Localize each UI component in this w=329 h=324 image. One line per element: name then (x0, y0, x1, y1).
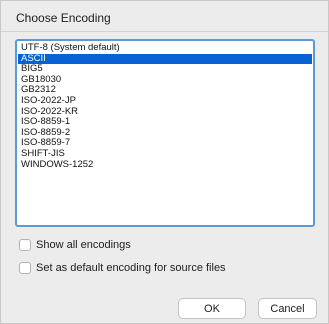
set-default-encoding-option[interactable]: Set as default encoding for source files (19, 261, 226, 275)
show-all-encodings-label: Show all encodings (36, 239, 131, 251)
encoding-list-item[interactable]: SHIFT-JIS (18, 148, 312, 160)
show-all-encodings-option[interactable]: Show all encodings (19, 238, 131, 252)
encoding-list-item[interactable]: ISO-2022-JP (18, 95, 312, 107)
title-divider (1, 31, 328, 32)
encoding-list-item[interactable]: BIG5 (18, 64, 312, 75)
ok-button[interactable]: OK (178, 298, 246, 319)
cancel-button[interactable]: Cancel (258, 298, 317, 319)
show-all-encodings-checkbox[interactable] (19, 239, 31, 251)
encoding-list-item[interactable]: ASCII (18, 53, 312, 65)
choose-encoding-dialog: Choose Encoding UTF-8 (System default) AS… (0, 0, 329, 324)
encoding-list-item[interactable]: WINDOWS-1252 (18, 159, 312, 171)
encoding-list-items: UTF-8 (System default) ASCII BIG5 GB18030 GB… (18, 42, 312, 171)
set-default-encoding-checkbox[interactable] (19, 262, 31, 274)
set-default-encoding-label: Set as default encoding for source files (36, 262, 226, 274)
dialog-title: Choose Encoding (16, 11, 111, 25)
encoding-list[interactable]: UTF-8 (System default) ASCII BIG5 GB18030 GB… (15, 39, 315, 227)
encoding-list-item[interactable]: GB18030 (18, 74, 312, 86)
encoding-list-item[interactable]: UTF-8 (System default) (18, 42, 312, 54)
